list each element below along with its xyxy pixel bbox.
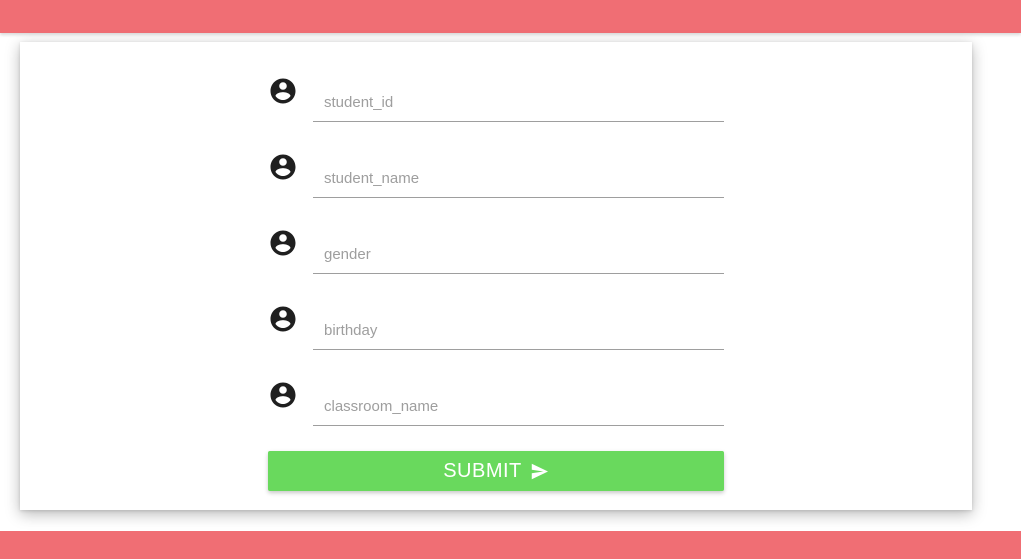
account-circle-icon bbox=[268, 76, 298, 106]
birthday-input[interactable] bbox=[313, 312, 724, 350]
account-circle-icon bbox=[268, 304, 298, 334]
gender-input[interactable] bbox=[313, 236, 724, 274]
account-circle-icon bbox=[268, 152, 298, 182]
classroom-name-input[interactable] bbox=[313, 388, 724, 426]
footer-bar bbox=[0, 531, 1021, 559]
send-icon bbox=[530, 463, 549, 480]
birthday-row bbox=[268, 304, 724, 364]
account-circle-icon bbox=[268, 380, 298, 410]
student-id-input[interactable] bbox=[313, 84, 724, 122]
student-name-input[interactable] bbox=[313, 160, 724, 198]
header-bar bbox=[0, 0, 1021, 33]
form-card: SUBMIT bbox=[20, 42, 972, 510]
gender-row bbox=[268, 228, 724, 288]
classroom-name-row bbox=[268, 380, 724, 440]
submit-label: SUBMIT bbox=[443, 459, 522, 482]
submit-button[interactable]: SUBMIT bbox=[268, 451, 724, 491]
student-id-row bbox=[268, 76, 724, 136]
student-name-row bbox=[268, 152, 724, 212]
account-circle-icon bbox=[268, 228, 298, 258]
